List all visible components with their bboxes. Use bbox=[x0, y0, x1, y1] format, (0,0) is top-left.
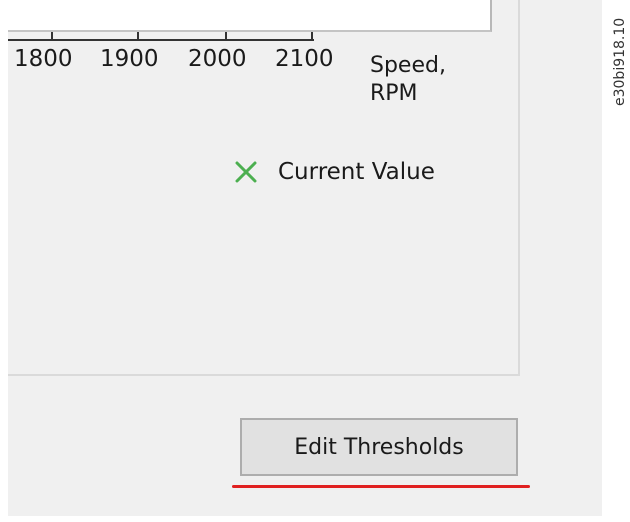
x-tick-label-2100: 2100 bbox=[275, 46, 334, 72]
x-axis-title-line-1: Speed, bbox=[370, 53, 446, 78]
x-axis-title-line-2: RPM bbox=[370, 81, 418, 106]
edit-thresholds-button[interactable]: Edit Thresholds bbox=[240, 418, 518, 476]
screenshot-stage: 1800 1900 2000 2100 Speed, RPM Current V… bbox=[0, 0, 630, 522]
x-axis-title: Speed, RPM bbox=[370, 52, 480, 108]
x-marker-icon bbox=[235, 161, 257, 183]
chart-legend: Current Value bbox=[232, 152, 435, 192]
figure-id-label: e30bi918.10 bbox=[612, 17, 628, 106]
x-tick-label-2000: 2000 bbox=[188, 46, 247, 72]
x-tick-label-1900: 1900 bbox=[100, 46, 159, 72]
highlight-underline bbox=[232, 485, 530, 488]
legend-label-current-value: Current Value bbox=[278, 159, 435, 185]
x-tick-label-1800: 1800 bbox=[14, 46, 73, 72]
